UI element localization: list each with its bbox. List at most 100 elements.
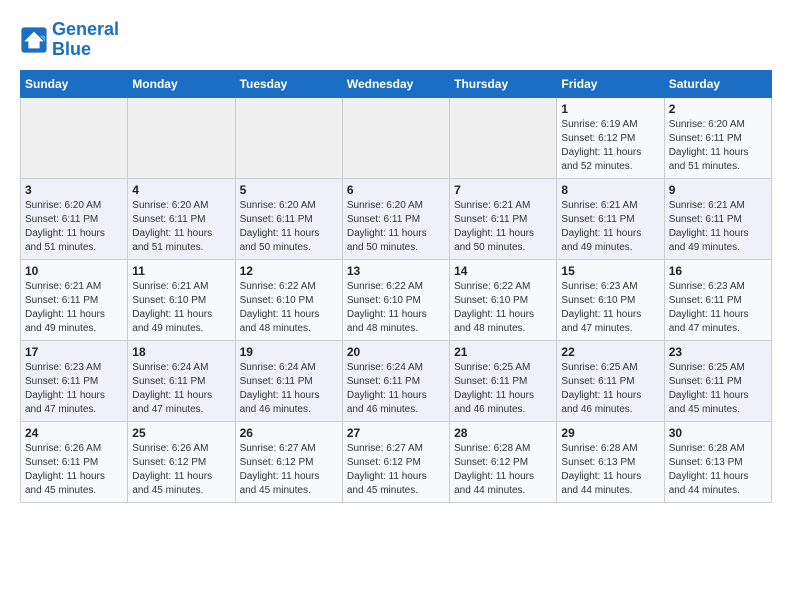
- day-info: Sunrise: 6:20 AM Sunset: 6:11 PM Dayligh…: [347, 199, 445, 255]
- day-cell: 28Sunrise: 6:28 AM Sunset: 6:12 PM Dayli…: [450, 421, 557, 502]
- day-info: Sunrise: 6:25 AM Sunset: 6:11 PM Dayligh…: [561, 361, 659, 417]
- day-number: 24: [25, 426, 123, 440]
- day-number: 25: [132, 426, 230, 440]
- weekday-header-friday: Friday: [557, 70, 664, 97]
- day-cell: 5Sunrise: 6:20 AM Sunset: 6:11 PM Daylig…: [235, 178, 342, 259]
- day-cell: 12 Sunrise: 6:22 AM Sunset: 6:10 PM Dayli…: [235, 259, 342, 340]
- day-number: 7: [454, 183, 552, 197]
- day-info: Sunrise: 6:24 AM Sunset: 6:11 PM Dayligh…: [132, 361, 230, 417]
- day-cell: 6 Sunrise: 6:20 AM Sunset: 6:11 PM Daylig…: [342, 178, 449, 259]
- day-cell: 21 Sunrise: 6:25 AM Sunset: 6:11 PM Dayli…: [450, 340, 557, 421]
- day-cell: 20 Sunrise: 6:24 AM Sunset: 6:11 PM Dayli…: [342, 340, 449, 421]
- day-cell: 1 Sunrise: 6:19 AM Sunset: 6:12 PM Daylig…: [557, 97, 664, 178]
- day-number: 10: [25, 264, 123, 278]
- day-number: 9: [669, 183, 767, 197]
- day-number: 29: [561, 426, 659, 440]
- day-number: 13: [347, 264, 445, 278]
- week-row-1: 1 Sunrise: 6:19 AM Sunset: 6:12 PM Daylig…: [21, 97, 772, 178]
- day-number: 27: [347, 426, 445, 440]
- day-info: Sunrise: 6:27 AM Sunset: 6:12 PM Dayligh…: [240, 442, 338, 498]
- day-number: 19: [240, 345, 338, 359]
- day-number: 21: [454, 345, 552, 359]
- day-cell: [342, 97, 449, 178]
- day-info: Sunrise: 6:22 AM Sunset: 6:10 PM Dayligh…: [240, 280, 338, 336]
- day-info: Sunrise: 6:19 AM Sunset: 6:12 PM Dayligh…: [561, 118, 659, 174]
- day-cell: 10 Sunrise: 6:21 AM Sunset: 6:11 PM Dayli…: [21, 259, 128, 340]
- day-cell: 27 Sunrise: 6:27 AM Sunset: 6:12 PM Dayli…: [342, 421, 449, 502]
- day-info: Sunrise: 6:26 AM Sunset: 6:11 PM Dayligh…: [25, 442, 123, 498]
- day-info: Sunrise: 6:24 AM Sunset: 6:11 PM Dayligh…: [240, 361, 338, 417]
- day-number: 6: [347, 183, 445, 197]
- day-cell: [450, 97, 557, 178]
- day-number: 17: [25, 345, 123, 359]
- day-info: Sunrise: 6:23 AM Sunset: 6:10 PM Dayligh…: [561, 280, 659, 336]
- day-number: 4: [132, 183, 230, 197]
- day-number: 15: [561, 264, 659, 278]
- day-cell: 16 Sunrise: 6:23 AM Sunset: 6:11 PM Dayli…: [664, 259, 771, 340]
- day-cell: 19 Sunrise: 6:24 AM Sunset: 6:11 PM Dayli…: [235, 340, 342, 421]
- logo: General Blue: [20, 20, 119, 60]
- header: General Blue: [20, 20, 772, 60]
- calendar: SundayMondayTuesdayWednesdayThursdayFrid…: [20, 70, 772, 503]
- day-number: 20: [347, 345, 445, 359]
- day-number: 3: [25, 183, 123, 197]
- day-info: Sunrise: 6:21 AM Sunset: 6:11 PM Dayligh…: [25, 280, 123, 336]
- day-number: 12: [240, 264, 338, 278]
- weekday-header-monday: Monday: [128, 70, 235, 97]
- day-info: Sunrise: 6:20 AM Sunset: 6:11 PM Dayligh…: [25, 199, 123, 255]
- day-number: 23: [669, 345, 767, 359]
- day-number: 2: [669, 102, 767, 116]
- day-cell: [128, 97, 235, 178]
- day-cell: 17 Sunrise: 6:23 AM Sunset: 6:11 PM Dayli…: [21, 340, 128, 421]
- day-number: 16: [669, 264, 767, 278]
- day-cell: 25Sunrise: 6:26 AM Sunset: 6:12 PM Dayli…: [128, 421, 235, 502]
- day-number: 8: [561, 183, 659, 197]
- day-cell: 7 Sunrise: 6:21 AM Sunset: 6:11 PM Daylig…: [450, 178, 557, 259]
- day-info: Sunrise: 6:23 AM Sunset: 6:11 PM Dayligh…: [25, 361, 123, 417]
- day-number: 22: [561, 345, 659, 359]
- day-info: Sunrise: 6:21 AM Sunset: 6:11 PM Dayligh…: [454, 199, 552, 255]
- day-cell: 30 Sunrise: 6:28 AM Sunset: 6:13 PM Dayli…: [664, 421, 771, 502]
- day-info: Sunrise: 6:28 AM Sunset: 6:13 PM Dayligh…: [561, 442, 659, 498]
- day-info: Sunrise: 6:28 AM Sunset: 6:13 PM Dayligh…: [669, 442, 767, 498]
- weekday-header-saturday: Saturday: [664, 70, 771, 97]
- week-row-5: 24 Sunrise: 6:26 AM Sunset: 6:11 PM Dayli…: [21, 421, 772, 502]
- day-info: Sunrise: 6:23 AM Sunset: 6:11 PM Dayligh…: [669, 280, 767, 336]
- day-cell: 13 Sunrise: 6:22 AM Sunset: 6:10 PM Dayli…: [342, 259, 449, 340]
- day-info: Sunrise: 6:24 AM Sunset: 6:11 PM Dayligh…: [347, 361, 445, 417]
- day-info: Sunrise: 6:22 AM Sunset: 6:10 PM Dayligh…: [347, 280, 445, 336]
- day-info: Sunrise: 6:27 AM Sunset: 6:12 PM Dayligh…: [347, 442, 445, 498]
- day-info: Sunrise: 6:22 AM Sunset: 6:10 PM Dayligh…: [454, 280, 552, 336]
- day-number: 26: [240, 426, 338, 440]
- day-cell: 14 Sunrise: 6:22 AM Sunset: 6:10 PM Dayli…: [450, 259, 557, 340]
- day-info: Sunrise: 6:21 AM Sunset: 6:11 PM Dayligh…: [669, 199, 767, 255]
- day-info: Sunrise: 6:20 AM Sunset: 6:11 PM Dayligh…: [240, 199, 338, 255]
- day-info: Sunrise: 6:25 AM Sunset: 6:11 PM Dayligh…: [669, 361, 767, 417]
- day-number: 11: [132, 264, 230, 278]
- day-info: Sunrise: 6:21 AM Sunset: 6:11 PM Dayligh…: [561, 199, 659, 255]
- day-cell: 11 Sunrise: 6:21 AM Sunset: 6:10 PM Dayli…: [128, 259, 235, 340]
- day-number: 30: [669, 426, 767, 440]
- logo-icon: [20, 26, 48, 54]
- day-number: 1: [561, 102, 659, 116]
- day-cell: 22 Sunrise: 6:25 AM Sunset: 6:11 PM Dayli…: [557, 340, 664, 421]
- week-row-4: 17 Sunrise: 6:23 AM Sunset: 6:11 PM Dayli…: [21, 340, 772, 421]
- logo-text: General Blue: [52, 20, 119, 60]
- day-cell: 3 Sunrise: 6:20 AM Sunset: 6:11 PM Daylig…: [21, 178, 128, 259]
- week-row-3: 10 Sunrise: 6:21 AM Sunset: 6:11 PM Dayli…: [21, 259, 772, 340]
- weekday-header-sunday: Sunday: [21, 70, 128, 97]
- day-info: Sunrise: 6:28 AM Sunset: 6:12 PM Dayligh…: [454, 442, 552, 498]
- day-cell: 8 Sunrise: 6:21 AM Sunset: 6:11 PM Daylig…: [557, 178, 664, 259]
- day-cell: 29 Sunrise: 6:28 AM Sunset: 6:13 PM Dayli…: [557, 421, 664, 502]
- day-info: Sunrise: 6:20 AM Sunset: 6:11 PM Dayligh…: [132, 199, 230, 255]
- day-cell: 23 Sunrise: 6:25 AM Sunset: 6:11 PM Dayli…: [664, 340, 771, 421]
- day-number: 14: [454, 264, 552, 278]
- weekday-header-row: SundayMondayTuesdayWednesdayThursdayFrid…: [21, 70, 772, 97]
- day-info: Sunrise: 6:25 AM Sunset: 6:11 PM Dayligh…: [454, 361, 552, 417]
- day-cell: [21, 97, 128, 178]
- day-cell: 9 Sunrise: 6:21 AM Sunset: 6:11 PM Daylig…: [664, 178, 771, 259]
- day-cell: 4 Sunrise: 6:20 AM Sunset: 6:11 PM Daylig…: [128, 178, 235, 259]
- day-info: Sunrise: 6:21 AM Sunset: 6:10 PM Dayligh…: [132, 280, 230, 336]
- page: General Blue SundayMondayTuesdayWednesda…: [0, 0, 792, 513]
- day-number: 18: [132, 345, 230, 359]
